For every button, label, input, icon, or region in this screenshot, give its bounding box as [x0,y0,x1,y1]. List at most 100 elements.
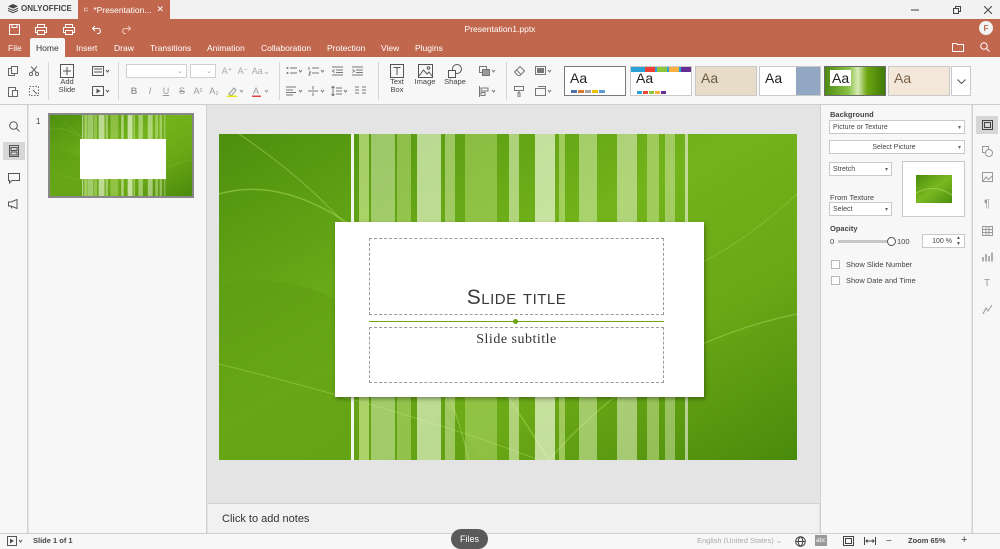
menu-transitions[interactable]: Transitions [144,38,197,57]
chart-settings-tab[interactable] [976,248,998,266]
start-slideshow-button[interactable] [7,536,23,546]
title-placeholder[interactable]: Slide title [369,238,664,315]
feedback-button[interactable] [3,195,25,213]
horizontal-align-button[interactable] [285,84,305,98]
menu-view[interactable]: View [375,38,405,57]
files-button[interactable]: Files [451,529,488,549]
menu-animation[interactable]: Animation [201,38,251,57]
more-options-button[interactable] [977,40,993,54]
minimize-button[interactable] [905,2,925,17]
clear-style-button[interactable] [512,64,526,78]
bullets-button[interactable] [285,64,305,78]
line-spacing-button[interactable] [330,84,350,98]
spin-down-icon[interactable]: ▼ [956,241,961,247]
font-color-button[interactable]: A [251,84,271,98]
language-select[interactable]: English (United States) ⌄ [697,536,782,545]
more-themes-button[interactable] [951,66,971,96]
user-avatar[interactable]: F [979,21,993,35]
open-location-button[interactable] [950,40,966,54]
fit-slide-button[interactable] [843,536,854,546]
copy-format-button[interactable] [512,84,526,98]
underline-button[interactable]: U [159,84,173,98]
slide-settings-button[interactable] [534,84,554,98]
slide-size-button[interactable] [534,64,554,78]
document-tab[interactable]: *Presentation... ✕ [78,0,170,19]
theme-paper[interactable]: Aa [695,66,757,96]
menu-protection[interactable]: Protection [321,38,371,57]
align-shape-button[interactable] [478,84,498,98]
comments-button[interactable] [3,169,25,187]
menu-insert[interactable]: Insert [70,38,103,57]
texture-select[interactable]: Select ▾ [829,202,892,216]
strikethrough-button[interactable]: S [175,84,189,98]
superscript-button[interactable]: A² [191,84,205,98]
close-window-button[interactable] [978,2,998,17]
restore-button[interactable] [947,2,967,17]
menu-file[interactable]: File [2,38,28,57]
undo-button[interactable] [89,22,105,36]
notes-area[interactable]: Click to add notes [208,503,819,533]
menu-home[interactable]: Home [30,38,65,57]
image-settings-tab[interactable] [976,168,998,186]
shape-button[interactable]: Shape [442,62,468,100]
shape-settings-tab[interactable] [976,142,998,160]
theme-colorful[interactable]: Aa [630,66,692,96]
slides-panel-button[interactable] [3,142,25,160]
copy-style-button[interactable] [6,64,20,78]
change-case-button[interactable]: Aa⌄ [251,64,271,78]
paste-button[interactable] [6,84,20,98]
text-art-settings-tab[interactable]: T [976,274,998,292]
opacity-slider-track[interactable] [838,240,892,243]
numbering-button[interactable] [307,64,327,78]
zoom-in-button[interactable]: + [961,534,967,546]
italic-button[interactable]: I [143,84,157,98]
theme-classic[interactable]: Aa [888,66,950,96]
quick-print-button[interactable] [61,22,77,36]
opacity-spinner[interactable]: ▲ ▼ [956,235,961,247]
fill-type-select[interactable]: Picture or Texture ▾ [829,120,965,134]
spellcheck-button[interactable]: abc [815,535,827,546]
increase-indent-button[interactable] [350,64,364,78]
add-slide-button[interactable]: Add Slide [55,62,79,100]
font-size-select[interactable]: ⌄ [190,64,216,78]
decrease-indent-button[interactable] [330,64,344,78]
opacity-slider-handle[interactable] [887,237,896,246]
increase-font-button[interactable]: A⁺ [220,64,234,78]
columns-button[interactable] [353,84,367,98]
decrease-font-button[interactable]: A⁻ [236,64,250,78]
show-date-time-checkbox[interactable] [831,276,840,285]
menu-plugins[interactable]: Plugins [409,38,449,57]
table-settings-tab[interactable] [976,222,998,240]
arrange-button[interactable] [478,64,498,78]
show-slide-number-checkbox[interactable] [831,260,840,269]
select-picture-button[interactable]: Select Picture ▾ [829,140,965,154]
bold-button[interactable]: B [127,84,141,98]
font-family-select[interactable]: ⌄ [126,64,187,78]
paragraph-settings-tab[interactable]: ¶ [976,195,998,213]
language-button[interactable] [795,536,806,547]
theme-blue[interactable]: Aa [759,66,821,96]
search-button[interactable] [3,117,25,135]
redo-button[interactable] [117,22,133,36]
image-button[interactable]: Image [412,62,438,100]
slide-thumbnail[interactable] [48,113,194,198]
slideshow-button[interactable] [90,84,112,98]
stretch-select[interactable]: Stretch ▾ [829,162,892,176]
menu-draw[interactable]: Draw [108,38,140,57]
menu-collaboration[interactable]: Collaboration [255,38,317,57]
print-button[interactable] [33,22,49,36]
subtitle-placeholder[interactable]: Slide subtitle [369,327,664,383]
save-button[interactable] [6,22,22,36]
cut-button[interactable] [27,64,41,78]
select-all-button[interactable] [27,84,41,98]
close-tab-icon[interactable]: ✕ [156,4,164,15]
vertical-align-button[interactable] [307,84,327,98]
theme-blank[interactable]: Aa [564,66,626,96]
signature-settings-tab[interactable] [976,300,998,318]
subscript-button[interactable]: A₂ [207,84,221,98]
zoom-out-button[interactable]: − [886,536,892,547]
text-box-button[interactable]: Text Box [385,62,409,100]
slide-settings-tab[interactable] [976,116,998,134]
fit-width-button[interactable] [864,537,876,545]
change-layout-button[interactable] [90,64,112,78]
